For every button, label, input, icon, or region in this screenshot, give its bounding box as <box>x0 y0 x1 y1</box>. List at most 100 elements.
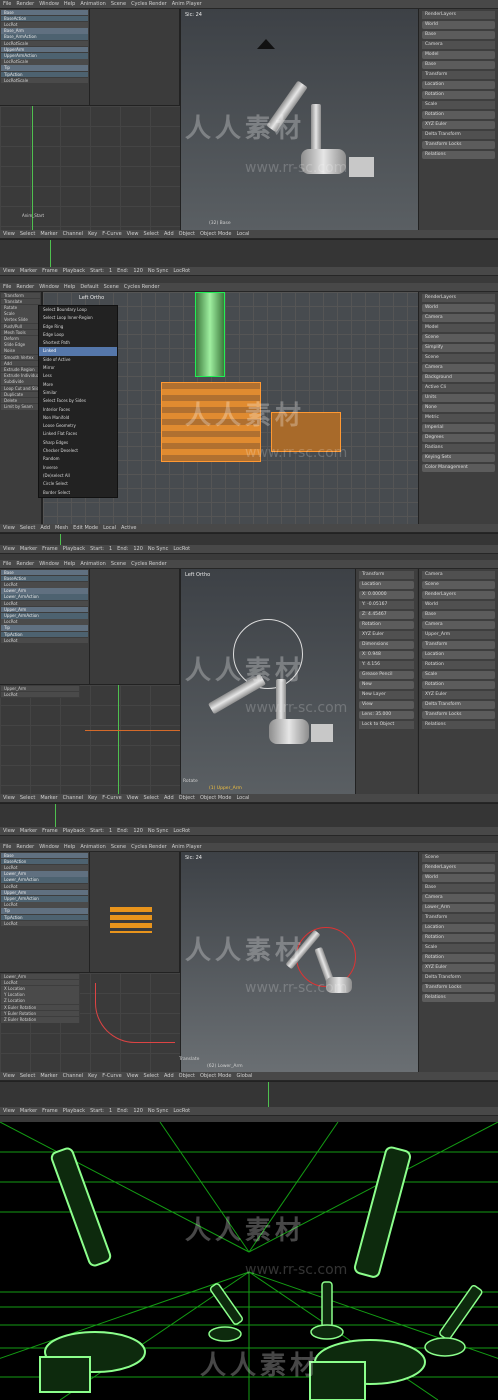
graph-channel[interactable]: X Euler Rotation <box>1 1004 79 1011</box>
channel-obj[interactable]: Lower_Arm <box>1 871 88 877</box>
property-row[interactable]: Rotation <box>422 91 495 99</box>
channel-act[interactable]: Lower_ArmAction <box>1 877 88 883</box>
graph-channel[interactable]: Lower_Arm <box>1 973 79 980</box>
property-row[interactable]: Transform Locks <box>422 984 495 992</box>
editor-menu-item-2[interactable]: Marker <box>40 231 57 237</box>
channel-obj[interactable]: Base <box>1 569 88 576</box>
property-row[interactable]: Camera <box>422 894 495 902</box>
property-row[interactable]: Location <box>422 81 495 89</box>
channel-sub[interactable]: LocRot <box>1 865 88 871</box>
editor-menu-item-6[interactable]: Active <box>121 525 136 531</box>
property-row[interactable]: World <box>422 304 495 312</box>
properties-panel[interactable]: Camera Scene RenderLayers World Base Camera Up… <box>418 569 498 794</box>
property-row[interactable]: Base <box>422 31 495 39</box>
dope-sheet-keyframes[interactable] <box>90 9 180 105</box>
top-menu-item-5[interactable]: Scene <box>111 561 126 567</box>
robot-base[interactable] <box>326 977 352 993</box>
timeline-menu-item-5[interactable]: 1 <box>109 546 112 552</box>
timeline-menu-item-2[interactable]: Frame <box>42 1108 58 1114</box>
property-row[interactable]: Scale <box>422 671 495 679</box>
3d-viewport[interactable]: Sic: 24 Translate (62) Lower_Arm <box>179 852 418 1072</box>
editor-menu-item-5[interactable]: F-Curve <box>102 1073 121 1079</box>
top-menu-item-2[interactable]: Window <box>39 561 59 567</box>
editor-menu-item-8[interactable]: Add <box>164 231 174 237</box>
graph-channel[interactable]: Y Euler Rotation <box>1 1010 79 1017</box>
graph-channel[interactable]: LocRot <box>1 979 79 986</box>
property-row[interactable]: Radians <box>422 444 495 452</box>
graph-editor[interactable]: Anim_Start <box>0 105 180 230</box>
top-menu-item-6[interactable]: Cycles Render <box>131 844 167 850</box>
select-menu-item[interactable]: Similar <box>39 389 117 397</box>
channel-act[interactable]: Base_ArmAction <box>1 34 88 40</box>
channel-obj[interactable]: Base <box>1 9 88 16</box>
editor-menu-item-3[interactable]: Channel <box>63 1073 84 1079</box>
editor-menu-item-6[interactable]: View <box>127 1073 139 1079</box>
timeline-menu-item-7[interactable]: 120 <box>133 828 143 834</box>
select-menu-item[interactable]: Select Faces by Sides <box>39 397 117 405</box>
timeline-menu-item-7[interactable]: 120 <box>133 268 143 274</box>
top-menu-item-0[interactable]: File <box>3 284 11 290</box>
channel-sub[interactable]: LocRot <box>1 22 88 28</box>
property-row[interactable]: Scene <box>422 354 495 362</box>
select-menu-item[interactable]: Random <box>39 455 117 463</box>
tool-shelf-item[interactable]: Rotate <box>1 305 40 311</box>
select-menu-item[interactable]: Loose Geometry <box>39 422 117 430</box>
editor-menu-item-5[interactable]: F-Curve <box>102 795 121 801</box>
property-row[interactable]: Camera <box>422 41 495 49</box>
editor-menu-item-4[interactable]: Key <box>88 231 97 237</box>
top-menu-item-4[interactable]: Animation <box>80 561 106 567</box>
select-menu-item[interactable]: Side of Active <box>39 356 117 364</box>
transform-row[interactable]: New Layer <box>359 691 414 699</box>
timeline-menu-item-1[interactable]: Marker <box>20 546 37 552</box>
top-menu-item-6[interactable]: Cycles Render <box>124 284 160 290</box>
timeline-menu-item-0[interactable]: View <box>3 828 15 834</box>
timeline-menu-item-2[interactable]: Frame <box>42 828 58 834</box>
top-menu-item-1[interactable]: Render <box>16 1 34 7</box>
channel-obj[interactable]: UpperArm <box>1 46 88 53</box>
dope-sheet-channels[interactable]: Base BaseAction LocRot Lower_Arm Lower_ArmAc… <box>0 852 90 972</box>
property-row[interactable]: Model <box>422 324 495 332</box>
editor-menu-item-3[interactable]: Channel <box>63 795 84 801</box>
channel-act[interactable]: Upper_ArmAction <box>1 613 88 619</box>
top-menu-item-3[interactable]: Help <box>64 844 75 850</box>
rotate-gizmo[interactable] <box>233 619 303 689</box>
editor-menu-item-5[interactable]: F-Curve <box>102 231 121 237</box>
channel-act[interactable]: TipAction <box>1 71 88 78</box>
property-row[interactable]: RenderLayers <box>422 11 495 19</box>
playhead[interactable] <box>32 106 33 230</box>
playhead[interactable] <box>118 685 119 794</box>
property-row[interactable]: Rotation <box>422 934 495 942</box>
transform-row[interactable]: Transform <box>359 571 414 579</box>
dope-sheet-channels[interactable]: Base BaseAction LocRot Base_Arm Base_ArmActi… <box>0 9 90 105</box>
transform-row[interactable]: Y: 4.156 <box>359 661 414 669</box>
tool-shelf[interactable]: Transform Translate Rotate Scale Vertex Slid… <box>0 292 42 524</box>
timeline-menu-item-9[interactable]: LocRot <box>173 828 190 834</box>
timeline-menu-item-8[interactable]: No Sync <box>148 828 168 834</box>
property-row[interactable]: None <box>422 404 495 412</box>
property-row[interactable]: Transform <box>422 914 495 922</box>
channel-sub[interactable]: LocRot <box>1 883 88 890</box>
channel-obj[interactable]: Lower_Arm <box>1 588 88 594</box>
editor-menu-item-4[interactable]: Key <box>88 1073 97 1079</box>
editor-menu-item-9[interactable]: Object <box>179 795 195 801</box>
select-menu-item[interactable]: Interior Faces <box>39 406 117 414</box>
graph-channels[interactable]: Lower_Arm LocRot X Location Y Location Z Loc… <box>0 973 80 1024</box>
property-row[interactable]: Imperial <box>422 424 495 432</box>
graph-channel[interactable]: Z Euler Rotation <box>1 1017 79 1023</box>
top-menu-item-1[interactable]: Render <box>16 284 34 290</box>
select-menu-item[interactable]: Shortest Path <box>39 339 117 347</box>
top-menu-item-5[interactable]: Scene <box>111 1 126 7</box>
timeline-menu-item-7[interactable]: 120 <box>133 1108 143 1114</box>
top-menu-item-0[interactable]: File <box>3 844 11 850</box>
channel-sub[interactable]: LocRot <box>1 902 88 908</box>
timeline-menu-item-1[interactable]: Marker <box>20 828 37 834</box>
channel-sub[interactable]: LocRotScale <box>1 77 88 84</box>
tool-shelf-item[interactable]: Extrude Individual <box>1 373 40 379</box>
3d-viewport[interactable]: Sic: 24 (32) Base <box>180 9 418 230</box>
select-menu-item[interactable]: Non Manifold <box>39 414 117 422</box>
tool-shelf-item[interactable]: Add <box>1 360 40 367</box>
channel-obj[interactable]: Base <box>1 852 88 859</box>
property-row[interactable]: Transform Locks <box>422 711 495 719</box>
tool-shelf-item[interactable]: Transform <box>1 292 40 299</box>
top-menu-item-5[interactable]: Scene <box>111 844 126 850</box>
